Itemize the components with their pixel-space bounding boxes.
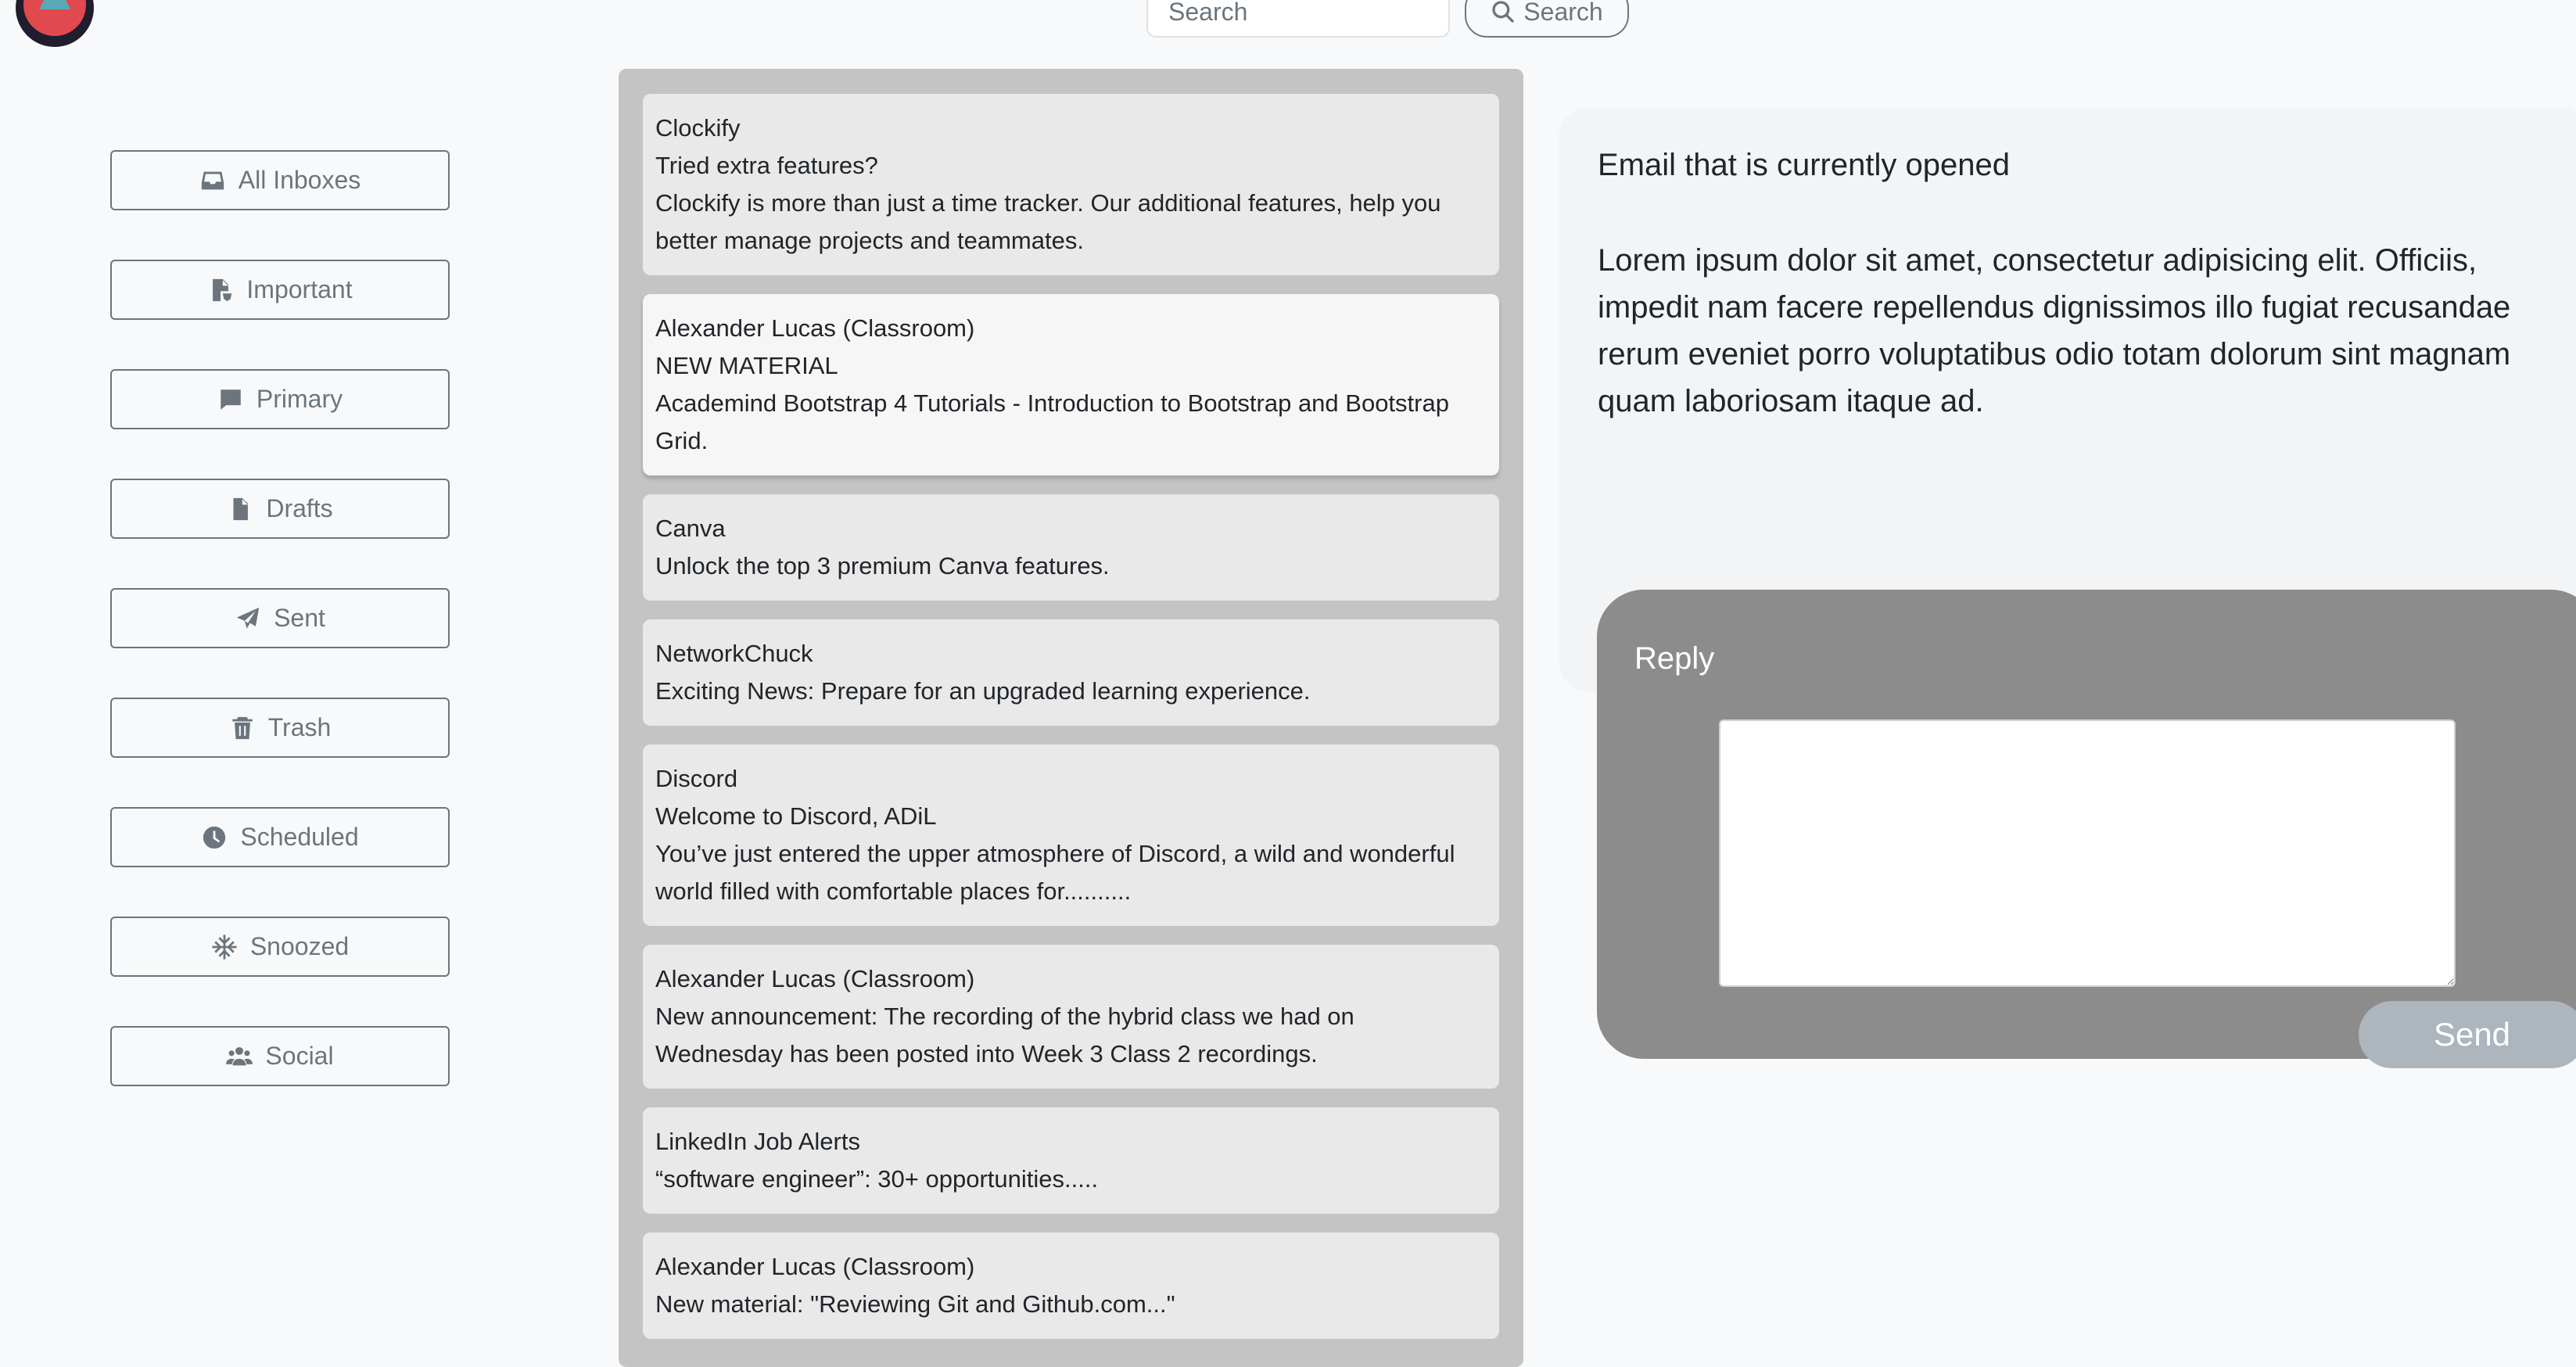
search-input[interactable] (1146, 0, 1450, 38)
message-icon (221, 389, 241, 410)
email-subject: Tried extra features? (655, 152, 878, 179)
email-reader-body: Lorem ipsum dolor sit amet, consectetur … (1598, 243, 2511, 418)
inbox-icon (201, 171, 224, 189)
email-sender: Clockify (655, 114, 741, 142)
app-logo[interactable] (16, 0, 94, 47)
file-icon (233, 497, 249, 520)
email-subject: NEW MATERIAL (655, 352, 838, 379)
sidebar-item-trash[interactable]: Trash (110, 698, 450, 758)
email-list-item[interactable]: Canva Unlock the top 3 premium Canva fea… (643, 494, 1499, 601)
sidebar-item-label: Drafts (266, 494, 333, 522)
email-preview: Academind Bootstrap 4 Tutorials - Introd… (655, 389, 1449, 454)
email-reader-title: Email that is currently opened (1598, 148, 2010, 182)
email-subject: Exciting News: Prepare for an upgraded l… (655, 677, 1311, 705)
important-file-icon (213, 278, 232, 301)
email-preview: You’ve just entered the upper atmosphere… (655, 840, 1455, 905)
logo-mark (39, 0, 70, 9)
sidebar-item-drafts[interactable]: Drafts (110, 479, 450, 539)
email-list-item[interactable]: Alexander Lucas (Classroom) New announce… (643, 945, 1499, 1089)
email-subject: Unlock the top 3 premium Canva features. (655, 552, 1110, 579)
email-list-item-selected[interactable]: Alexander Lucas (Classroom) NEW MATERIAL… (643, 294, 1499, 475)
email-list: Clockify Tried extra features? Clockify … (619, 69, 1523, 1367)
email-list-item[interactable]: NetworkChuck Exciting News: Prepare for … (643, 619, 1499, 726)
snowflake-icon (212, 934, 237, 960)
sidebar-item-social[interactable]: Social (110, 1026, 450, 1086)
reply-panel: Reply (1597, 590, 2576, 1059)
trash-icon (231, 716, 253, 739)
sidebar-item-label: Important (246, 275, 353, 303)
search-button-label: Search (1523, 0, 1603, 26)
sidebar-item-label: Scheduled (240, 823, 359, 851)
users-icon (226, 1046, 253, 1065)
sidebar-item-label: Trash (267, 713, 332, 741)
sidebar-item-important[interactable]: Important (110, 260, 450, 320)
email-preview: Clockify is more than just a time tracke… (655, 189, 1441, 254)
top-bar: Search (0, 0, 2576, 69)
email-subject: “software engineer”: 30+ opportunities..… (655, 1165, 1099, 1193)
email-list-item[interactable]: Alexander Lucas (Classroom) New material… (643, 1232, 1499, 1339)
sidebar-item-label: Snoozed (249, 932, 350, 960)
email-list-item[interactable]: Clockify Tried extra features? Clockify … (643, 94, 1499, 275)
email-subject: New material: "Reviewing Git and Github.… (655, 1290, 1175, 1318)
sidebar-item-primary[interactable]: Primary (110, 369, 450, 429)
sidebar-item-sent[interactable]: Sent (110, 588, 450, 648)
paper-plane-icon (236, 607, 260, 629)
email-sender: Canva (655, 515, 726, 542)
email-subject: Welcome to Discord, ADiL (655, 802, 937, 830)
email-subject: New announcement: The recording of the h… (655, 1003, 1354, 1067)
reply-label: Reply (1634, 641, 1715, 676)
email-sender: LinkedIn Job Alerts (655, 1128, 860, 1155)
email-sender: Discord (655, 765, 738, 792)
sidebar-item-label: All Inboxes (238, 166, 361, 194)
sidebar-item-snoozed[interactable]: Snoozed (110, 917, 450, 977)
send-button[interactable]: Send (2359, 1001, 2576, 1068)
email-list-item[interactable]: LinkedIn Job Alerts “software engineer”:… (643, 1107, 1499, 1214)
email-sender: NetworkChuck (655, 640, 813, 667)
reply-textarea[interactable] (1719, 719, 2456, 987)
email-list-item[interactable]: Discord Welcome to Discord, ADiL You’ve … (643, 744, 1499, 926)
sidebar-item-scheduled[interactable]: Scheduled (110, 807, 450, 867)
sidebar-item-all-inboxes[interactable]: All Inboxes (110, 150, 450, 210)
clock-icon (203, 826, 226, 849)
email-sender: Alexander Lucas (Classroom) (655, 965, 975, 992)
email-sender: Alexander Lucas (Classroom) (655, 314, 975, 342)
sidebar-item-label: Sent (274, 604, 325, 632)
sidebar-item-label: Primary (256, 385, 343, 413)
email-sender: Alexander Lucas (Classroom) (655, 1253, 975, 1280)
search-icon (1492, 1, 1514, 23)
sidebar-item-label: Social (265, 1042, 334, 1070)
search-button[interactable]: Search (1465, 0, 1629, 38)
